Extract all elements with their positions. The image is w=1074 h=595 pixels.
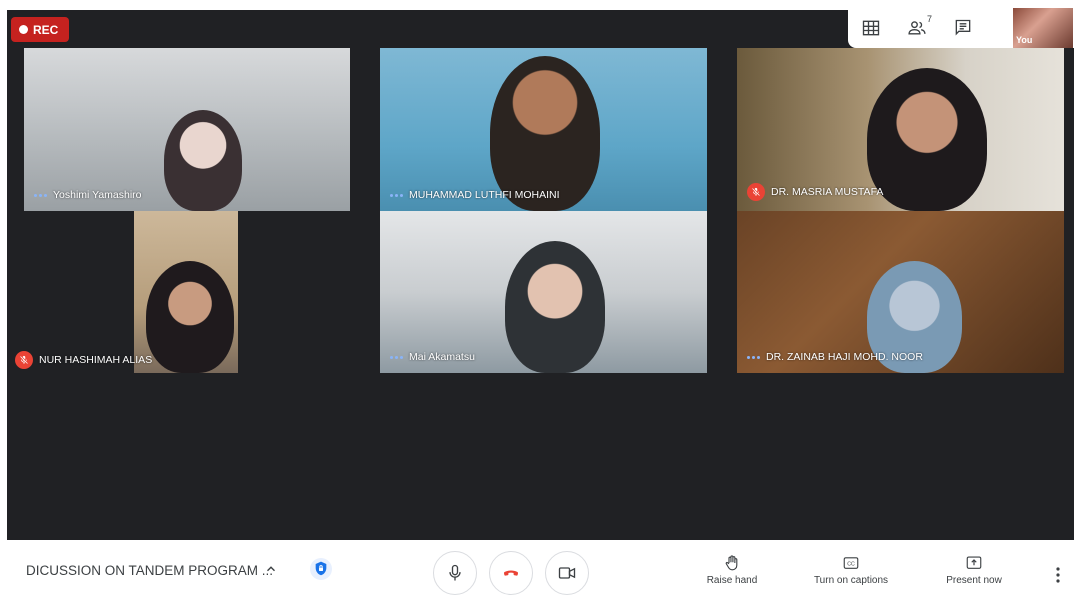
grid-icon bbox=[862, 20, 880, 36]
people-count: 7 bbox=[926, 14, 932, 24]
closed-captions-icon: CC bbox=[843, 557, 859, 569]
recording-label: REC bbox=[33, 22, 59, 37]
hang-up-icon bbox=[503, 570, 519, 576]
participant-name: Mai Akamatsu bbox=[409, 351, 475, 363]
speaking-indicator-icon bbox=[390, 355, 403, 359]
present-now-label: Present now bbox=[946, 575, 1002, 586]
participant-name: DR. MASRIA MUSTAFA bbox=[771, 186, 884, 198]
captions-label: Turn on captions bbox=[813, 575, 889, 586]
participant-video bbox=[490, 56, 600, 211]
host-controls-button[interactable] bbox=[310, 558, 332, 580]
self-label: You bbox=[1016, 35, 1033, 45]
muted-mic-icon bbox=[15, 351, 33, 369]
present-screen-icon bbox=[966, 556, 982, 569]
participant-name: NUR HASHIMAH ALIAS bbox=[39, 354, 153, 366]
captions-button[interactable]: CC Turn on captions bbox=[806, 554, 896, 586]
recording-badge: REC bbox=[11, 17, 69, 42]
camera-button[interactable] bbox=[545, 551, 589, 595]
chat-icon bbox=[955, 19, 971, 36]
participant-tile[interactable]: Mai Akamatsu bbox=[380, 211, 707, 373]
layout-grid-button[interactable] bbox=[848, 8, 894, 48]
svg-text:CC: CC bbox=[847, 561, 855, 567]
raise-hand-label: Raise hand bbox=[706, 575, 758, 586]
participant-name: Yoshimi Yamashiro bbox=[53, 189, 142, 201]
video-camera-icon bbox=[558, 567, 576, 579]
participant-name: DR. ZAINAB HAJI MOHD. NOOR bbox=[766, 351, 923, 363]
self-view-tile[interactable]: You bbox=[1013, 8, 1073, 48]
speaking-indicator-icon bbox=[747, 355, 760, 359]
participant-tile[interactable]: MUHAMMAD LUTHFI MOHAINI bbox=[380, 48, 707, 211]
participant-video bbox=[505, 241, 605, 373]
bottom-toolbar: DICUSSION ON TANDEM PROGRAM ... Raise ha… bbox=[0, 540, 1074, 595]
muted-mic-icon bbox=[747, 183, 765, 201]
more-options-icon[interactable] bbox=[1050, 566, 1066, 584]
people-button[interactable]: 7 bbox=[894, 8, 940, 48]
chevron-up-icon[interactable] bbox=[264, 562, 278, 576]
microphone-button[interactable] bbox=[433, 551, 477, 595]
participant-video bbox=[164, 110, 242, 211]
leave-call-button[interactable] bbox=[489, 551, 533, 595]
speaking-indicator-icon bbox=[34, 193, 47, 197]
people-icon bbox=[908, 21, 926, 35]
chat-button[interactable] bbox=[940, 8, 986, 48]
hand-icon bbox=[725, 555, 738, 571]
record-dot-icon bbox=[19, 25, 28, 34]
speaking-indicator-icon bbox=[390, 193, 403, 197]
shield-lock-icon bbox=[315, 561, 327, 576]
raise-hand-button[interactable]: Raise hand bbox=[687, 554, 777, 586]
microphone-icon bbox=[449, 564, 461, 581]
participant-tile[interactable]: DR. ZAINAB HAJI MOHD. NOOR bbox=[737, 211, 1064, 373]
left-margin bbox=[0, 0, 7, 540]
present-now-button[interactable]: Present now bbox=[929, 554, 1019, 586]
participant-video bbox=[867, 68, 987, 211]
participant-name: MUHAMMAD LUTHFI MOHAINI bbox=[409, 189, 560, 201]
meeting-title[interactable]: DICUSSION ON TANDEM PROGRAM ... bbox=[26, 563, 273, 578]
participant-tile[interactable]: DR. MASRIA MUSTAFA bbox=[737, 48, 1064, 211]
participant-tile[interactable]: Yoshimi Yamashiro bbox=[24, 48, 350, 211]
